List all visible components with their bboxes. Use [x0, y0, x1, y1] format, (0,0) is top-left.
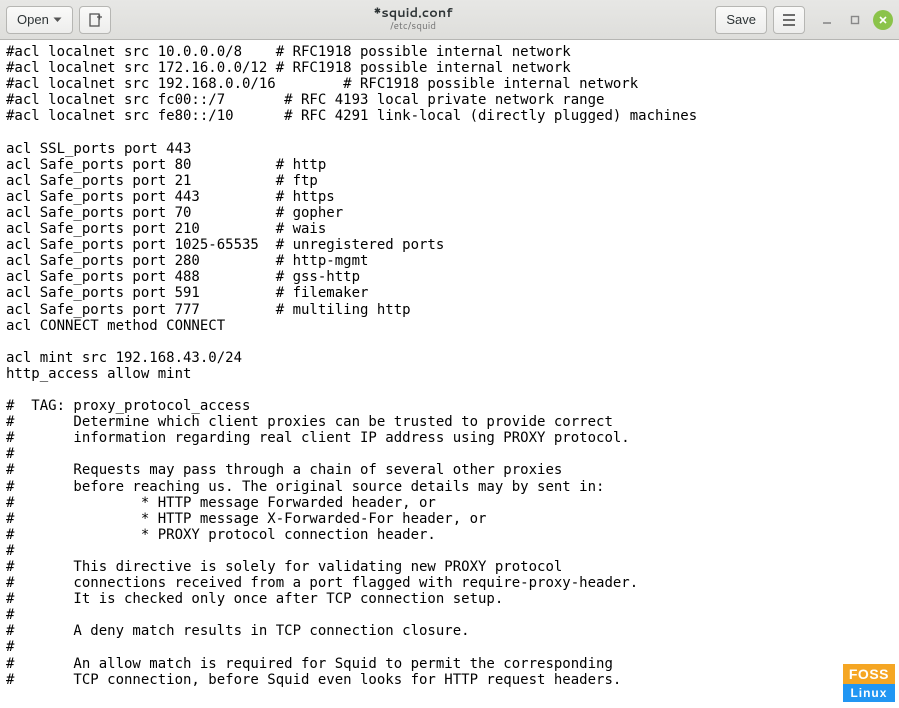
watermark-top: FOSS — [843, 664, 895, 684]
editor-line: #acl localnet src 10.0.0.0/8 # RFC1918 p… — [6, 44, 893, 60]
editor-line: # It is checked only once after TCP conn… — [6, 591, 893, 607]
editor-line: # This directive is solely for validatin… — [6, 559, 893, 575]
editor-line: # before reaching us. The original sourc… — [6, 479, 893, 495]
close-icon — [878, 15, 888, 25]
editor-line: # connections received from a port flagg… — [6, 575, 893, 591]
hamburger-menu-button[interactable] — [773, 6, 805, 34]
editor-line: # * PROXY protocol connection header. — [6, 527, 893, 543]
editor-line: acl Safe_ports port 1025-65535 # unregis… — [6, 237, 893, 253]
editor-line: #acl localnet src 192.168.0.0/16 # RFC19… — [6, 76, 893, 92]
editor-line: acl CONNECT method CONNECT — [6, 318, 893, 334]
editor-line: # Requests may pass through a chain of s… — [6, 462, 893, 478]
maximize-button[interactable] — [845, 10, 865, 30]
editor-line: # — [6, 446, 893, 462]
chevron-down-icon — [53, 17, 62, 23]
editor-line: # A deny match results in TCP connection… — [6, 623, 893, 639]
editor-line: acl Safe_ports port 591 # filemaker — [6, 285, 893, 301]
hamburger-icon — [782, 14, 796, 26]
editor-line: # An allow match is required for Squid t… — [6, 656, 893, 672]
new-tab-button[interactable] — [79, 6, 111, 34]
open-button[interactable]: Open — [6, 6, 73, 34]
open-label: Open — [17, 12, 49, 27]
editor-line — [6, 382, 893, 398]
editor-line: # — [6, 543, 893, 559]
editor-line: # Determine which client proxies can be … — [6, 414, 893, 430]
editor-line: # information regarding real client IP a… — [6, 430, 893, 446]
editor-line: acl mint src 192.168.43.0/24 — [6, 350, 893, 366]
window-controls — [817, 10, 893, 30]
editor-line: # — [6, 607, 893, 623]
editor-line: acl Safe_ports port 80 # http — [6, 157, 893, 173]
editor-line: http_access allow mint — [6, 366, 893, 382]
minimize-button[interactable] — [817, 10, 837, 30]
minimize-icon — [822, 15, 832, 25]
editor-line: acl Safe_ports port 488 # gss-http — [6, 269, 893, 285]
editor-line: acl SSL_ports port 443 — [6, 141, 893, 157]
editor-line: # * HTTP message Forwarded header, or — [6, 495, 893, 511]
headerbar: Open *squid.conf /etc/squid Save — [0, 0, 899, 40]
editor-line: acl Safe_ports port 70 # gopher — [6, 205, 893, 221]
watermark-bottom: Linux — [843, 684, 895, 702]
editor-line — [6, 334, 893, 350]
title-area: *squid.conf /etc/squid — [117, 6, 710, 32]
editor-line: #acl localnet src fc00::/7 # RFC 4193 lo… — [6, 92, 893, 108]
editor-line: acl Safe_ports port 21 # ftp — [6, 173, 893, 189]
editor-line: # — [6, 639, 893, 655]
editor-line: #acl localnet src 172.16.0.0/12 # RFC191… — [6, 60, 893, 76]
editor-line: # TAG: proxy_protocol_access — [6, 398, 893, 414]
editor-line: # * HTTP message X-Forwarded-For header,… — [6, 511, 893, 527]
new-document-icon — [88, 13, 102, 27]
editor-line: acl Safe_ports port 443 # https — [6, 189, 893, 205]
editor-content[interactable]: #acl localnet src 10.0.0.0/8 # RFC1918 p… — [0, 40, 899, 708]
editor-line: acl Safe_ports port 280 # http-mgmt — [6, 253, 893, 269]
close-button[interactable] — [873, 10, 893, 30]
editor-line: acl Safe_ports port 777 # multiling http — [6, 302, 893, 318]
save-button[interactable]: Save — [715, 6, 767, 34]
editor-line — [6, 124, 893, 140]
watermark: FOSS Linux — [843, 664, 895, 702]
document-path: /etc/squid — [390, 21, 436, 33]
editor-line: #acl localnet src fe80::/10 # RFC 4291 l… — [6, 108, 893, 124]
editor-line: acl Safe_ports port 210 # wais — [6, 221, 893, 237]
maximize-icon — [850, 15, 860, 25]
editor-line: # TCP connection, before Squid even look… — [6, 672, 893, 688]
